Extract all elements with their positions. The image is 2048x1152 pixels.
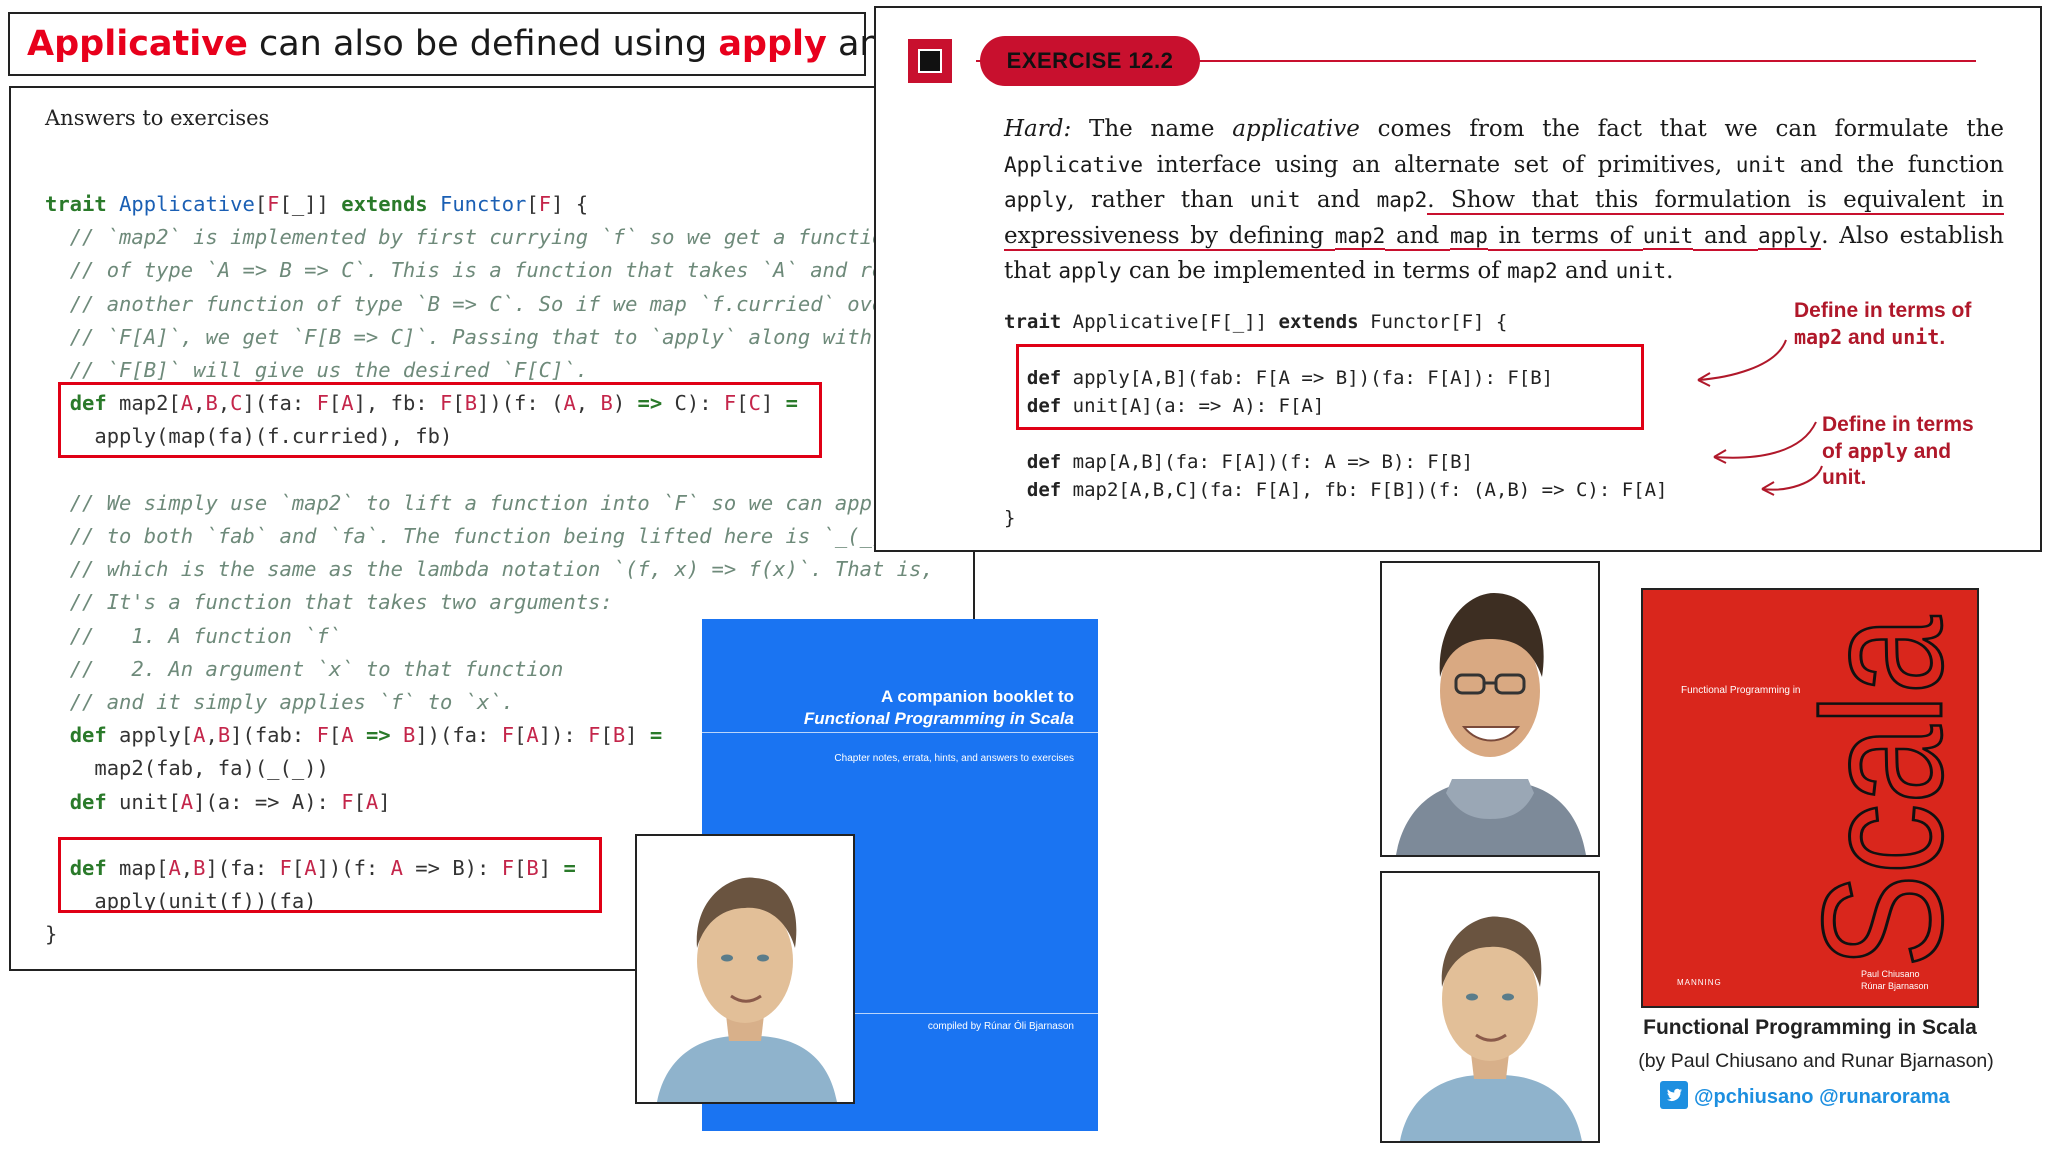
title-text: can also be defined using <box>247 24 719 64</box>
twitter-handles: @pchiusano @runarorama <box>1660 1081 1950 1109</box>
book-cover-publisher: MANNING <box>1677 978 1722 987</box>
booklet-divider <box>702 732 1098 733</box>
annotation-arrows <box>1697 339 1823 496</box>
portrait-runar-booklet <box>635 834 855 1104</box>
portrait-runar-bjarnason <box>1380 871 1600 1143</box>
book-cover-small-title: Functional Programming in <box>1681 685 1801 696</box>
twitter-handles-text[interactable]: @pchiusano @runarorama <box>1694 1086 1950 1108</box>
title-apply: apply <box>718 24 827 64</box>
booklet-title: A companion booklet to Functional Progra… <box>803 687 1074 728</box>
fp-in-scala-book-cover: Functional Programming in Scala Paul Chi… <box>1641 588 1979 1008</box>
answers-heading: Answers to exercises <box>45 106 270 130</box>
booklet-compiled-by: compiled by Rúnar Óli Bjarnason <box>927 1021 1074 1032</box>
twitter-bird-icon <box>1660 1081 1688 1109</box>
map2-highlight-box <box>58 382 822 458</box>
exercise-panel: EXERCISE 12.2 Hard: The name applicative… <box>874 6 2042 552</box>
book-authors-caption: (by Paul Chiusano and Runar Bjarnason) <box>1638 1050 1994 1072</box>
portrait-paul-chiusano <box>1380 561 1600 857</box>
booklet-subtitle: Chapter notes, errata, hints, and answer… <box>834 753 1074 764</box>
book-cover-scala-title: Scala <box>1813 614 1963 969</box>
map-highlight-box <box>58 837 602 913</box>
slide-title: Applicative can also be defined using ap… <box>8 12 994 76</box>
svg-text:Scala: Scala <box>1813 616 1963 968</box>
book-cover-authors: Paul Chiusano Rúnar Bjarnason <box>1861 969 1929 991</box>
book-title-caption: Functional Programming in Scala <box>1643 1016 1977 1039</box>
title-applicative: Applicative <box>27 24 248 64</box>
